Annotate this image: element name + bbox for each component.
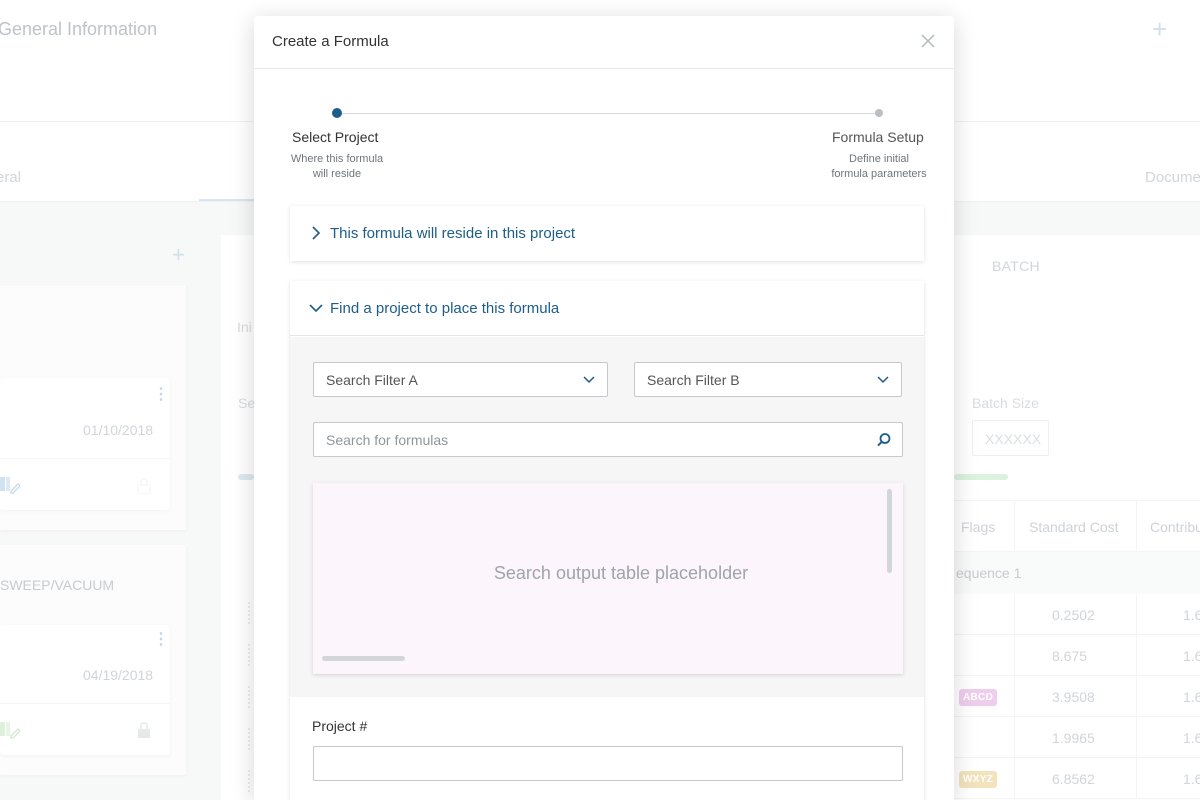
chevron-right-icon [312,226,321,240]
search-filter-a-select[interactable]: Search Filter A [313,362,608,397]
step-1-desc-line-1: Where this formula [290,153,384,165]
step-2-desc-line-2: formula parameters [831,168,927,180]
stepper-track [337,113,879,114]
search-icon[interactable] [876,432,892,448]
accordion-header[interactable]: Find a project to place this formula [290,281,924,336]
accordion-selected-project: This formula will reside in this project [290,206,924,261]
modal-title: Create a Formula [272,33,389,50]
search-filter-b-select[interactable]: Search Filter B [634,362,902,397]
accordion-body: Search Filter A Search Filter B Search f… [290,337,924,697]
select-value: Search Filter B [647,372,740,388]
chevron-down-icon [583,376,595,384]
step-1-description: Where this formula will reside [272,152,402,182]
accordion-find-project: Find a project to place this formula Sea… [290,281,924,800]
step-1-title: Select Project [292,129,379,145]
step-2-desc-line-1: Define initial [849,153,909,165]
accordion-label: This formula will reside in this project [330,225,576,242]
accordion-header[interactable]: This formula will reside in this project [290,206,924,261]
step-2-title: Formula Setup [832,129,924,145]
close-icon[interactable] [918,31,938,51]
chevron-down-icon [877,376,889,384]
search-results-table: Search output table placeholder [313,483,903,674]
step-1-desc-line-2: will reside [312,168,362,180]
project-number-label: Project # [312,718,368,734]
formula-search-field [313,422,903,457]
accordion-label: Find a project to place this formula [330,300,560,317]
step-2-description: Define initial formula parameters [814,152,944,182]
select-value: Search Filter A [326,372,418,388]
create-formula-modal: Create a Formula Select Project Where th… [254,16,954,800]
chevron-down-icon [309,304,323,313]
results-placeholder: Search output table placeholder [493,563,749,583]
modal-header: Create a Formula [254,16,954,69]
horizontal-scrollbar[interactable] [322,656,405,661]
search-input[interactable] [314,423,864,456]
step-indicator-active[interactable] [332,108,342,118]
step-indicator-inactive[interactable] [875,109,883,117]
vertical-scrollbar[interactable] [887,489,892,573]
project-number-input[interactable] [313,746,903,781]
